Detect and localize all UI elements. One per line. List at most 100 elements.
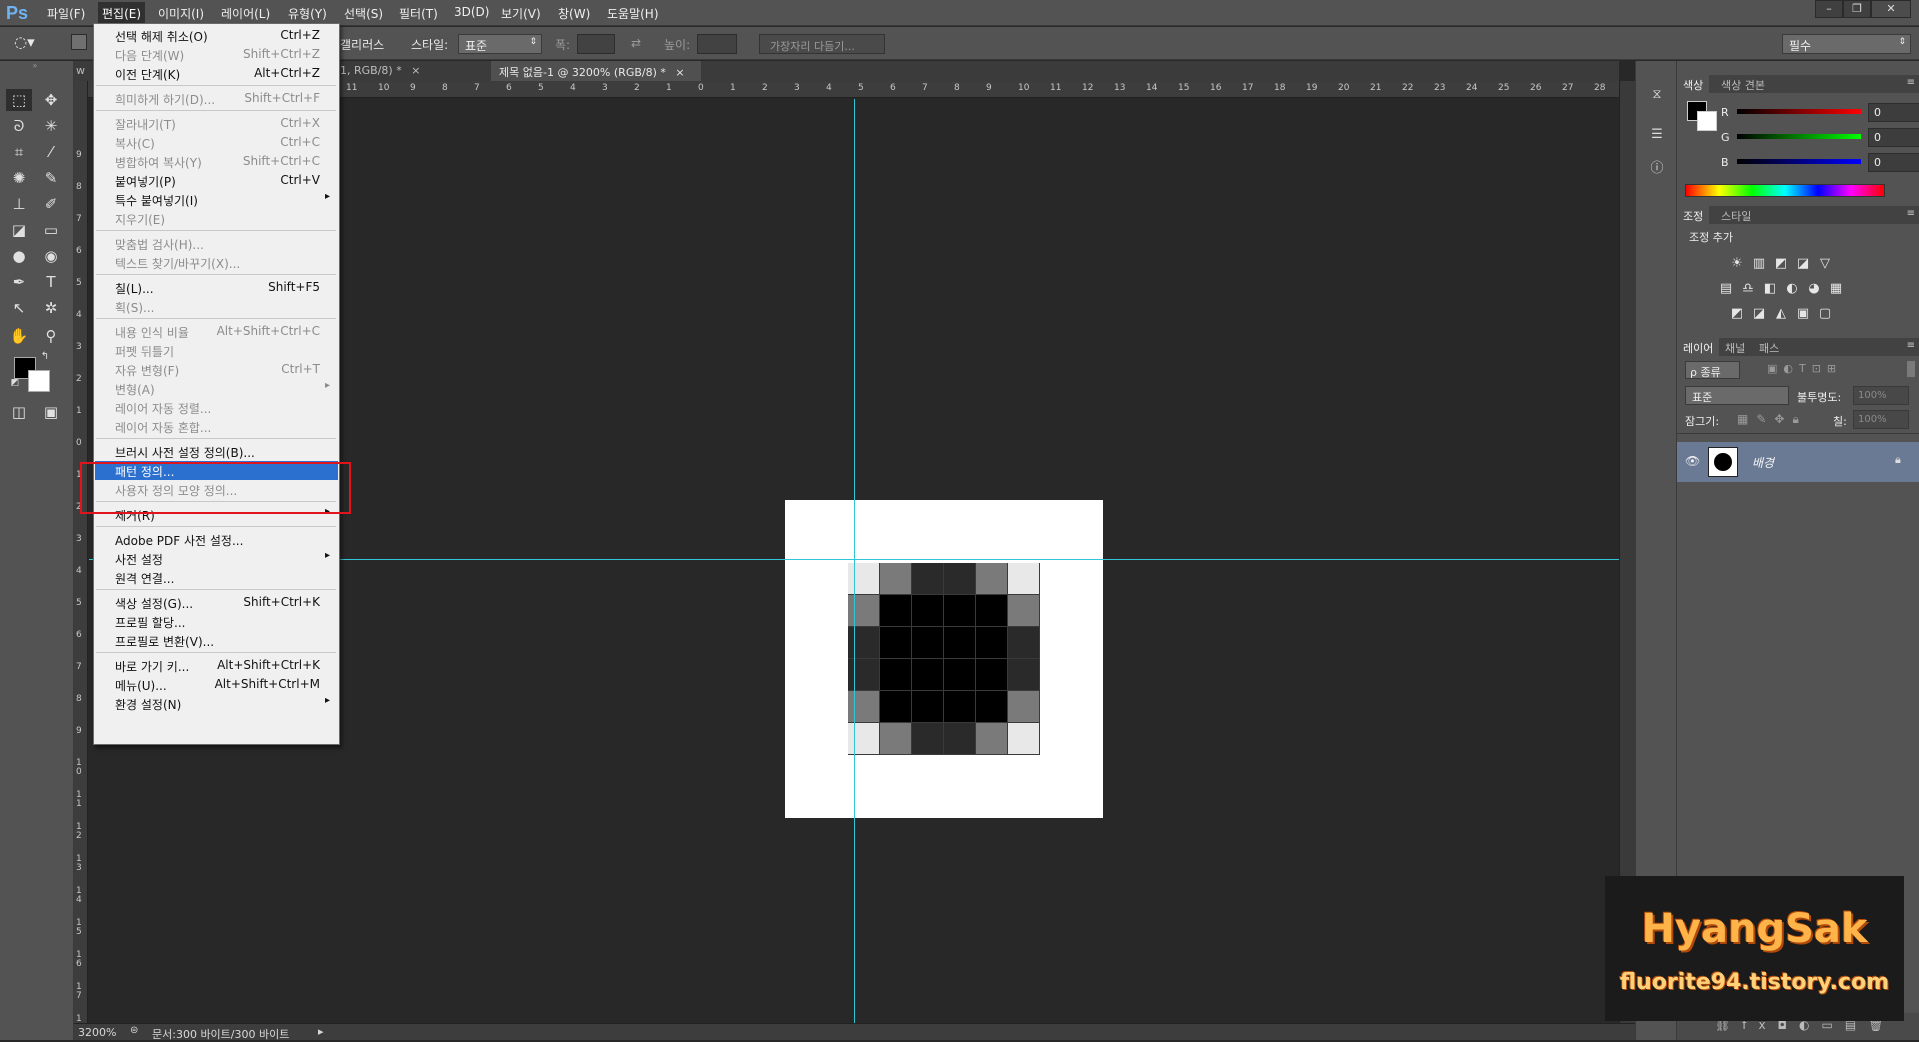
- menu-item[interactable]: 브러시 사전 설정 정의(B)...: [95, 442, 338, 461]
- menu-filter[interactable]: 필터(T): [396, 5, 441, 22]
- menu-item[interactable]: 붙여넣기(P) Ctrl+V: [95, 171, 338, 190]
- vertical-guide[interactable]: [854, 99, 855, 1023]
- menu-item[interactable]: 다음 단계(W) Shift+Ctrl+Z: [95, 45, 338, 64]
- custom-shape-icon[interactable]: ✲: [38, 297, 64, 319]
- tab-color[interactable]: 색상: [1677, 75, 1710, 96]
- color-balance-icon[interactable]: ♎: [1739, 281, 1757, 297]
- opacity-field[interactable]: 100%: [1853, 386, 1909, 405]
- menu-item[interactable]: 특수 붙여넣기(I) ▸: [95, 190, 338, 209]
- zoom-level[interactable]: 3200%: [78, 1026, 116, 1039]
- color-spectrum[interactable]: [1685, 184, 1885, 197]
- tab-swatches[interactable]: 색상 견본: [1715, 77, 1771, 93]
- workspace-select[interactable]: 필수 ⇕: [1782, 34, 1911, 54]
- menu-item[interactable]: 퍼펫 뒤틀기: [95, 341, 338, 360]
- menu-3d[interactable]: 3D(D): [451, 5, 492, 19]
- crop-tool-icon[interactable]: ⌗: [6, 141, 32, 163]
- brightness-icon[interactable]: ☀: [1728, 256, 1746, 272]
- menu-file[interactable]: 파일(F): [44, 5, 88, 22]
- menu-item[interactable]: 자유 변형(F) Ctrl+T: [95, 360, 338, 379]
- lasso-tool-icon[interactable]: ᘐ: [6, 115, 32, 137]
- marquee-tool-icon[interactable]: ⬚: [6, 89, 32, 111]
- filter-toggle[interactable]: [1907, 361, 1915, 377]
- menu-item[interactable]: 선택 해제 취소(O) Ctrl+Z: [95, 26, 338, 45]
- menu-layer[interactable]: 레이어(L): [218, 5, 273, 22]
- menu-item[interactable]: 원격 연결...: [95, 568, 338, 587]
- menu-item[interactable]: 지우기(E): [95, 209, 338, 228]
- green-value-field[interactable]: 0: [1868, 128, 1919, 147]
- fill-field[interactable]: 100%: [1853, 410, 1909, 429]
- red-value-field[interactable]: 0: [1868, 103, 1919, 122]
- menu-item[interactable]: 이전 단계(K) Alt+Ctrl+Z: [95, 64, 338, 83]
- eraser-tool-icon[interactable]: ◪: [6, 219, 32, 241]
- menu-item[interactable]: 환경 설정(N) ▸: [95, 694, 338, 713]
- path-selection-icon[interactable]: ↖: [6, 297, 32, 319]
- menu-help[interactable]: 도움말(H): [604, 5, 662, 22]
- menu-item[interactable]: 텍스트 찾기/바꾸기(X)...: [95, 253, 338, 272]
- red-slider[interactable]: [1737, 109, 1861, 114]
- blue-value-field[interactable]: 0: [1868, 153, 1919, 172]
- panel-menu-icon[interactable]: ≡: [1907, 340, 1915, 351]
- healing-brush-icon[interactable]: ✺: [6, 167, 32, 189]
- background-color-swatch[interactable]: [28, 370, 50, 392]
- tab-layers[interactable]: 레이어: [1677, 338, 1720, 359]
- quick-mask-icon[interactable]: ◫: [6, 401, 32, 423]
- pen-tool-icon[interactable]: ✒: [6, 271, 32, 293]
- menu-item[interactable]: 맞춤법 검사(H)...: [95, 234, 338, 253]
- info-panel-icon[interactable]: ⓘ: [1647, 157, 1667, 176]
- menu-item[interactable]: 바로 가기 키... Alt+Shift+Ctrl+K: [95, 656, 338, 675]
- layer-filter-icons[interactable]: ▣◐T⊡⊞: [1767, 362, 1842, 375]
- color-lookup-icon[interactable]: ▦: [1827, 281, 1845, 297]
- height-field[interactable]: [697, 34, 737, 54]
- document-canvas[interactable]: [785, 500, 1103, 818]
- status-icon[interactable]: ⊜: [130, 1025, 138, 1036]
- eye-icon[interactable]: 👁︎: [1685, 454, 1700, 468]
- brush-tool-icon[interactable]: ✎: [38, 167, 64, 189]
- layer-row-background[interactable]: 👁︎ 배경 🔒︎: [1677, 442, 1919, 482]
- menu-image[interactable]: 이미지(I): [155, 5, 207, 22]
- move-tool-icon[interactable]: ✥: [38, 89, 64, 111]
- tab-adjustments[interactable]: 조정: [1677, 206, 1710, 227]
- swap-icon[interactable]: ⇄: [631, 36, 641, 50]
- gradient-tool-icon[interactable]: ▭: [38, 219, 64, 241]
- tab-paths[interactable]: 패스: [1753, 340, 1785, 356]
- tab-document-1[interactable]: 1, RGB/8) * ×: [332, 61, 490, 81]
- swap-colors-icon[interactable]: ↰: [38, 351, 52, 363]
- panel-menu-icon[interactable]: ≡: [1907, 208, 1915, 219]
- posterize-icon[interactable]: ◪: [1750, 306, 1768, 322]
- default-colors-icon[interactable]: ◩: [8, 377, 22, 389]
- properties-panel-icon[interactable]: ☰: [1647, 127, 1667, 145]
- menu-view[interactable]: 보기(V): [498, 5, 544, 22]
- menu-item[interactable]: 내용 인식 비율 Alt+Shift+Ctrl+C: [95, 322, 338, 341]
- menu-item[interactable]: 레이어 자동 정렬...: [95, 398, 338, 417]
- minimize-button[interactable]: –: [1815, 0, 1843, 18]
- width-field[interactable]: [577, 34, 615, 54]
- marquee-tool-icon[interactable]: ◌▾: [14, 33, 35, 51]
- eyedropper-icon[interactable]: ⁄: [38, 141, 64, 163]
- menu-type[interactable]: 유형(Y): [285, 5, 330, 22]
- menu-item[interactable]: 메뉴(U)... Alt+Shift+Ctrl+M: [95, 675, 338, 694]
- levels-icon[interactable]: ▥: [1750, 256, 1768, 272]
- blur-tool-icon[interactable]: ●: [6, 245, 32, 267]
- type-tool-icon[interactable]: T: [38, 271, 64, 293]
- menu-item[interactable]: 색상 설정(G)... Shift+Ctrl+K: [95, 593, 338, 612]
- panel-menu-icon[interactable]: ≡: [1907, 77, 1915, 88]
- history-brush-icon[interactable]: ✐: [38, 193, 64, 215]
- menu-item[interactable]: 프로필로 변환(V)...: [95, 631, 338, 650]
- gradient-map-icon[interactable]: ▢: [1816, 306, 1834, 322]
- close-button[interactable]: ✕: [1871, 0, 1911, 18]
- blend-mode-select[interactable]: 표준: [1685, 386, 1789, 405]
- status-menu-arrow-icon[interactable]: ▸: [318, 1025, 324, 1038]
- tab-overflow[interactable]: w: [74, 61, 88, 81]
- new-selection-icon[interactable]: [71, 34, 87, 50]
- dodge-tool-icon[interactable]: ◉: [38, 245, 64, 267]
- tab-close-icon[interactable]: ×: [675, 66, 684, 79]
- menu-item[interactable]: 복사(C) Ctrl+C: [95, 133, 338, 152]
- menu-item[interactable]: 칠(L)... Shift+F5: [95, 278, 338, 297]
- vibrance-icon[interactable]: ▽: [1816, 256, 1834, 272]
- clone-stamp-icon[interactable]: ⊥: [6, 193, 32, 215]
- selective-color-icon[interactable]: ▣: [1794, 306, 1812, 322]
- threshold-icon[interactable]: ◭: [1772, 306, 1790, 322]
- menu-window[interactable]: 창(W): [555, 5, 593, 22]
- menu-item[interactable]: 획(S)...: [95, 297, 338, 316]
- magic-wand-icon[interactable]: ✳: [38, 115, 64, 137]
